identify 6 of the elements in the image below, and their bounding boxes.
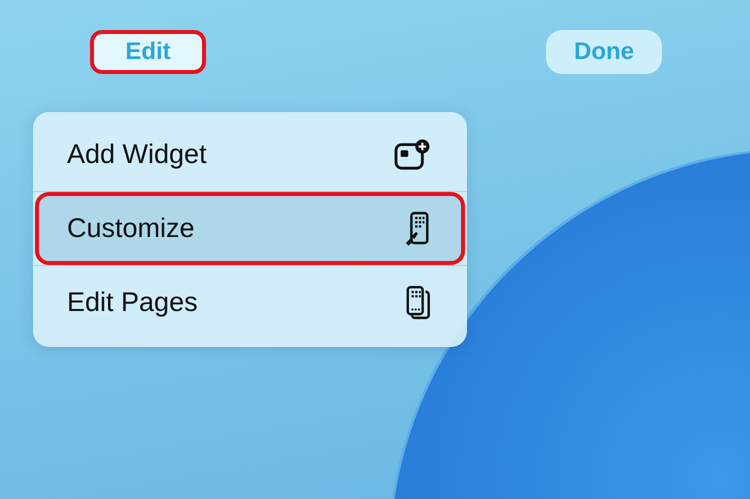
widget-plus-icon bbox=[393, 138, 431, 170]
menu-item[interactable]: Customize bbox=[35, 192, 465, 265]
menu-item[interactable]: Add Widget bbox=[35, 118, 465, 191]
stacked-pages-icon bbox=[405, 284, 431, 320]
phone-brush-icon bbox=[403, 210, 431, 246]
menu-item[interactable]: Edit Pages bbox=[35, 266, 465, 339]
